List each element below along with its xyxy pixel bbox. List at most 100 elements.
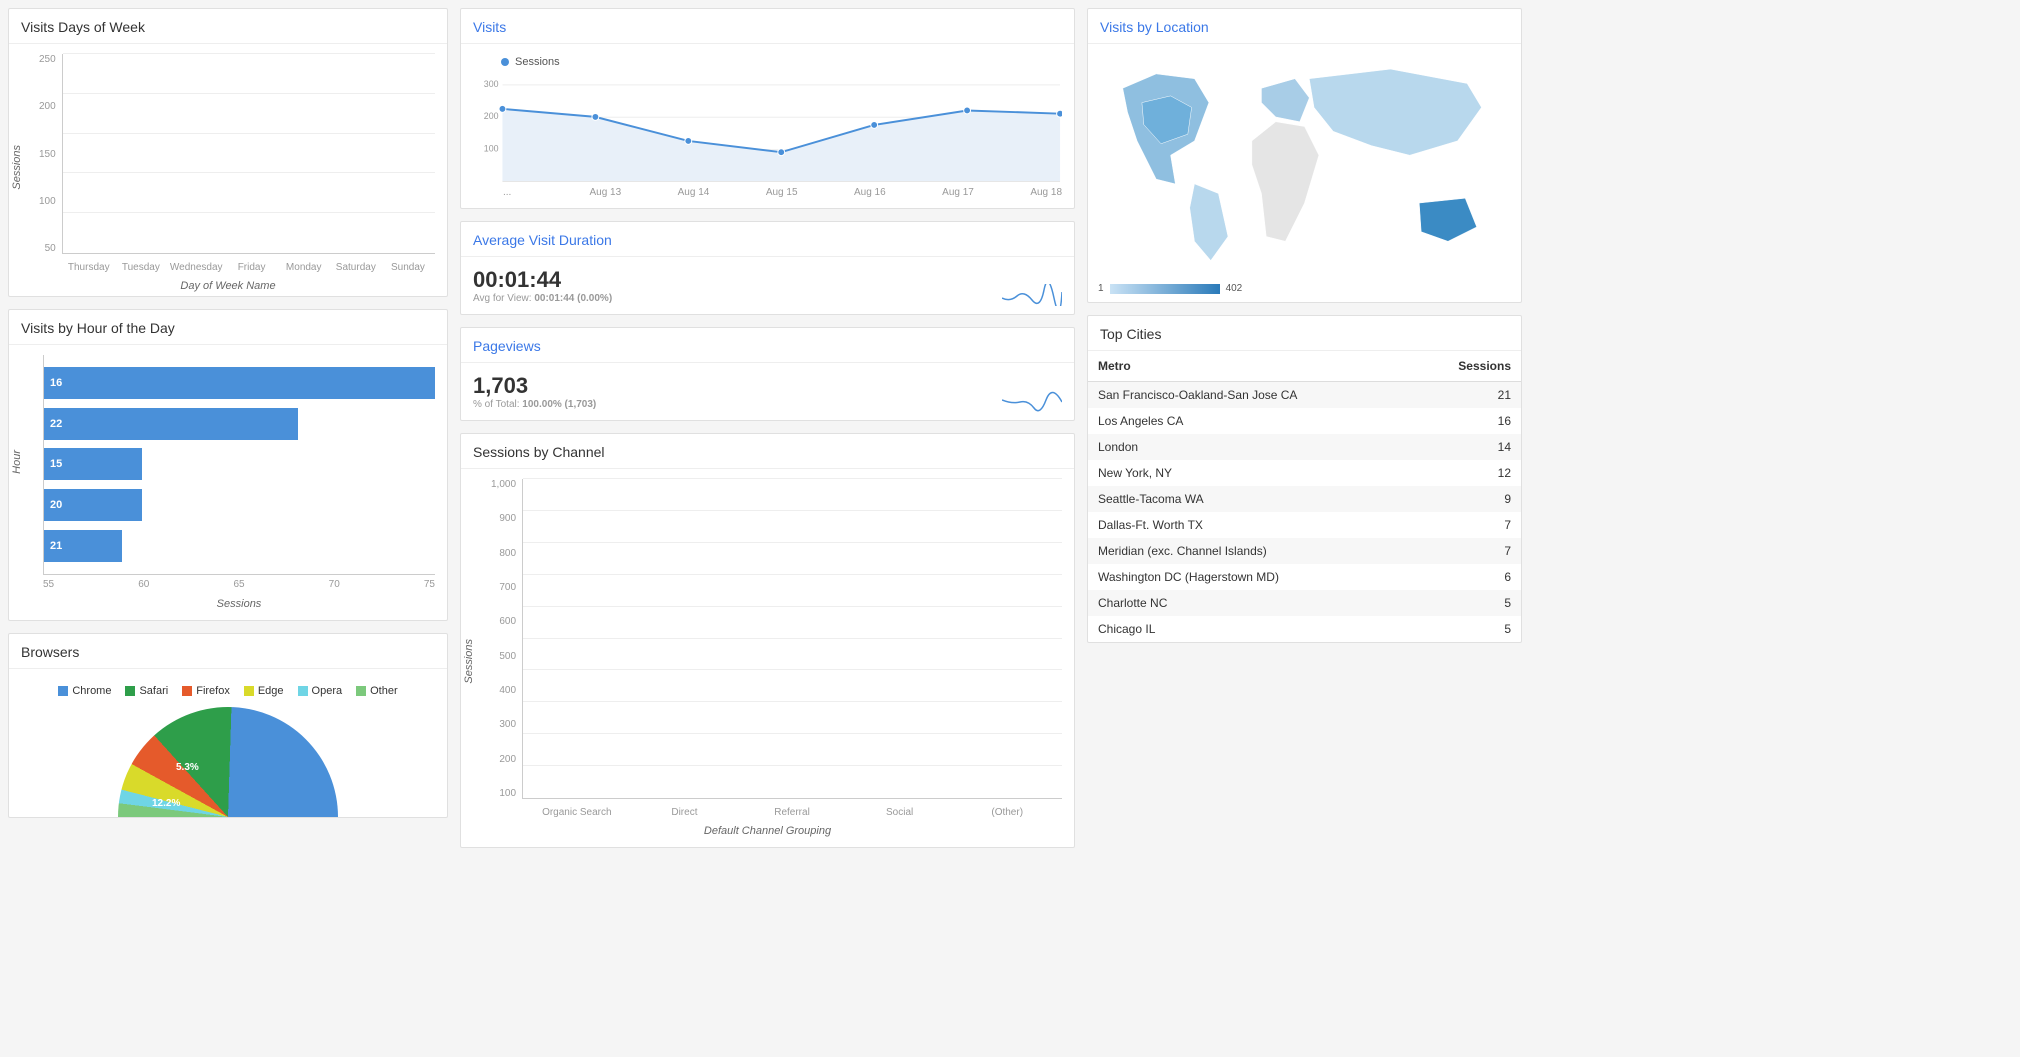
data-point[interactable] <box>685 138 692 145</box>
card-title: Sessions by Channel <box>461 434 1074 469</box>
x-tick: Organic Search <box>526 807 628 819</box>
table-row[interactable]: Seattle-Tacoma WA9 <box>1088 486 1521 512</box>
map-region-sa[interactable] <box>1190 184 1228 261</box>
data-point[interactable] <box>778 149 785 156</box>
card-title: Visits <box>461 9 1074 44</box>
legend-item[interactable]: Firefox <box>182 685 230 697</box>
table-row[interactable]: Chicago IL5 <box>1088 616 1521 642</box>
x-tick: Aug 16 <box>798 187 886 198</box>
x-tick: ... <box>503 187 533 198</box>
col-metro[interactable]: Metro <box>1088 351 1413 382</box>
data-point[interactable] <box>499 105 506 112</box>
y-axis-label: Sessions <box>11 145 23 190</box>
hbar-plot-area: 16 22 15 20 21 <box>43 355 435 575</box>
cell-metro: Los Angeles CA <box>1088 408 1413 434</box>
line-chart-svg: 300 200 100 <box>473 74 1062 184</box>
cell-sessions: 5 <box>1413 590 1521 616</box>
x-tick: (Other) <box>956 807 1058 819</box>
cell-sessions: 9 <box>1413 486 1521 512</box>
map-region-africa[interactable] <box>1252 122 1319 242</box>
x-axis-label: Default Channel Grouping <box>473 825 1062 837</box>
cell-metro: Charlotte NC <box>1088 590 1413 616</box>
legend-item[interactable]: Opera <box>298 685 343 697</box>
legend-label: Other <box>370 685 398 697</box>
card-visits-line: Visits Sessions 300 200 100 ...Aug 13Aug… <box>460 8 1075 209</box>
bar-plot-area <box>522 479 1062 799</box>
legend-swatch-icon <box>58 686 68 696</box>
x-axis-label: Day of Week Name <box>21 280 435 292</box>
x-axis-label: Sessions <box>43 598 435 610</box>
x-tick: Direct <box>634 807 736 819</box>
line-legend: Sessions <box>473 54 1062 74</box>
data-point[interactable] <box>1057 110 1062 117</box>
table-row[interactable]: Washington DC (Hagerstown MD)6 <box>1088 564 1521 590</box>
y-tick: 100 <box>484 144 499 154</box>
legend-item[interactable]: Edge <box>244 685 284 697</box>
map-scale: 1 402 <box>1088 279 1521 302</box>
stat-sub: % of Total: 100.00% (1,703) <box>473 399 1062 410</box>
map-region-asia[interactable] <box>1309 69 1481 155</box>
pie-slice-label-firefox: 5.3% <box>176 762 199 773</box>
cell-metro: London <box>1088 434 1413 460</box>
pie-legend: Chrome Safari Firefox Edge Opera Other <box>21 679 435 707</box>
map-region-europe[interactable] <box>1261 79 1309 122</box>
col-sessions[interactable]: Sessions <box>1413 351 1521 382</box>
hbar[interactable]: 20 <box>44 489 142 521</box>
x-tick: Saturday <box>333 262 379 274</box>
map-scale-min: 1 <box>1098 283 1104 294</box>
y-axis-ticks: 1,000900800700600500400300200100 <box>473 479 522 819</box>
y-tick: 300 <box>484 79 499 89</box>
legend-item[interactable]: Safari <box>125 685 168 697</box>
legend-swatch-icon <box>356 686 366 696</box>
data-point[interactable] <box>964 107 971 114</box>
hbar[interactable]: 16 <box>44 367 435 399</box>
y-axis-label: Sessions <box>463 639 475 684</box>
x-tick: Referral <box>741 807 843 819</box>
x-tick: Aug 15 <box>709 187 797 198</box>
table-row[interactable]: Los Angeles CA16 <box>1088 408 1521 434</box>
legend-item[interactable]: Other <box>356 685 398 697</box>
bar-plot-area <box>62 54 435 254</box>
table-row[interactable]: New York, NY12 <box>1088 460 1521 486</box>
legend-swatch-icon <box>125 686 135 696</box>
cell-sessions: 21 <box>1413 382 1521 409</box>
card-title: Visits by Location <box>1088 9 1521 44</box>
data-point[interactable] <box>592 113 599 120</box>
table-row[interactable]: London14 <box>1088 434 1521 460</box>
legend-label: Sessions <box>515 56 560 68</box>
cell-sessions: 7 <box>1413 538 1521 564</box>
table-row[interactable]: Meridian (exc. Channel Islands)7 <box>1088 538 1521 564</box>
sparkline-icon <box>1002 390 1062 412</box>
card-visits-by-hour: Visits by Hour of the Day Hour 162215202… <box>8 309 448 621</box>
table-row[interactable]: Charlotte NC5 <box>1088 590 1521 616</box>
card-title: Average Visit Duration <box>461 222 1074 257</box>
cell-sessions: 6 <box>1413 564 1521 590</box>
x-tick: Aug 17 <box>886 187 974 198</box>
hbar[interactable]: 21 <box>44 530 122 562</box>
legend-item[interactable]: Chrome <box>58 685 111 697</box>
card-pageviews: Pageviews 1,703 % of Total: 100.00% (1,7… <box>460 327 1075 421</box>
legend-swatch-icon <box>182 686 192 696</box>
cell-metro: Meridian (exc. Channel Islands) <box>1088 538 1413 564</box>
cell-metro: Washington DC (Hagerstown MD) <box>1088 564 1413 590</box>
x-axis-labels: ...Aug 13Aug 14Aug 15Aug 16Aug 17Aug 18 <box>473 187 1062 198</box>
card-visits-by-location: Visits by Location 1 40 <box>1087 8 1522 303</box>
cell-sessions: 5 <box>1413 616 1521 642</box>
data-point[interactable] <box>871 121 878 128</box>
table-row[interactable]: San Francisco-Oakland-San Jose CA21 <box>1088 382 1521 409</box>
x-axis-ticks: 5560657075 <box>43 575 435 594</box>
map-region-australia[interactable] <box>1419 198 1476 241</box>
hbar[interactable]: 15 <box>44 448 142 480</box>
legend-label: Edge <box>258 685 284 697</box>
x-tick: Monday <box>281 262 327 274</box>
legend-label: Opera <box>312 685 343 697</box>
cell-sessions: 16 <box>1413 408 1521 434</box>
card-title: Browsers <box>9 634 447 669</box>
world-map[interactable] <box>1098 50 1511 270</box>
table-row[interactable]: Dallas-Ft. Worth TX7 <box>1088 512 1521 538</box>
stat-value: 00:01:44 <box>473 267 1062 293</box>
hbar[interactable]: 22 <box>44 408 298 440</box>
cell-metro: San Francisco-Oakland-San Jose CA <box>1088 382 1413 409</box>
card-visits-days-of-week: Visits Days of Week Sessions 25020015010… <box>8 8 448 297</box>
legend-label: Safari <box>139 685 168 697</box>
